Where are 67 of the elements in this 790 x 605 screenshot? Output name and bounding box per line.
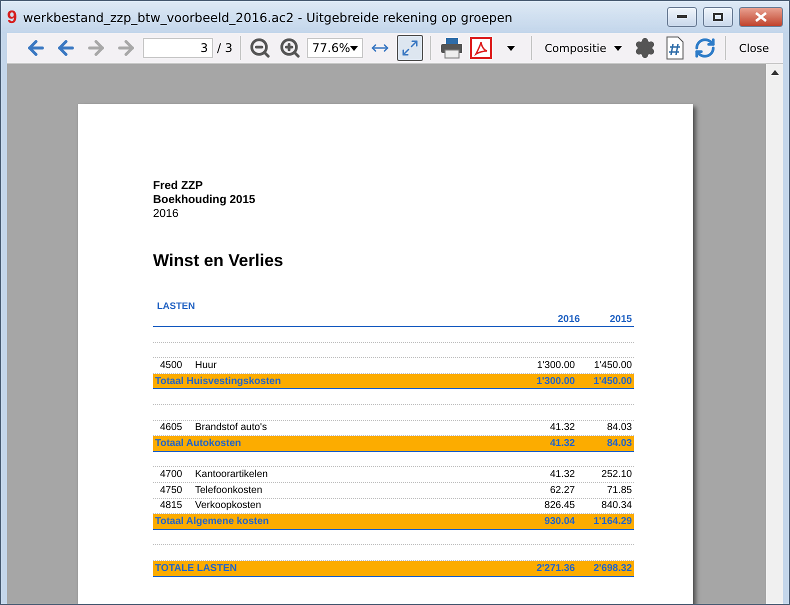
- amount: 252.10: [600, 469, 633, 480]
- total-label: TOTALE LASTEN: [154, 562, 238, 574]
- refresh-icon: [694, 36, 716, 60]
- scroll-up-icon: [770, 70, 778, 75]
- amount: 41.32: [548, 469, 576, 480]
- section-heading: LASTEN: [156, 301, 196, 312]
- amount: 84.03: [606, 422, 633, 434]
- zoom-in-icon: [279, 36, 302, 60]
- layout-dropdown[interactable]: Compositie: [538, 36, 628, 60]
- account-code: 4750: [159, 484, 184, 496]
- page-count: / 3: [217, 41, 232, 55]
- total-amount: 1'164.29: [592, 516, 633, 527]
- total-amount: 2'698.32: [592, 562, 633, 574]
- column-header: 2015: [608, 314, 633, 325]
- account-code: 4700: [159, 469, 184, 480]
- account-name: Kantoorartikelen: [195, 469, 269, 480]
- total-amount: 2'271.36: [535, 562, 576, 574]
- total-amount: 84.03: [606, 438, 633, 449]
- total-amount: 41.32: [548, 438, 576, 449]
- close-report-button[interactable]: Close: [733, 36, 775, 60]
- report-subtitle: Boekhouding 2015: [153, 193, 256, 207]
- total-label: Totaal Autokosten: [154, 438, 242, 449]
- column-header: 2016: [556, 314, 581, 325]
- amount: 71.85: [606, 484, 633, 496]
- close-button[interactable]: [739, 7, 783, 27]
- amount: 1'300.00: [536, 360, 576, 371]
- amount: 826.45: [543, 500, 576, 512]
- maximize-icon: [713, 13, 723, 21]
- total-amount: 930.04: [543, 516, 576, 527]
- total-label: Totaal Algemene kosten: [154, 516, 270, 527]
- caret-icon: [506, 46, 515, 50]
- account-code: 4605: [159, 422, 184, 434]
- page-field[interactable]: 3: [143, 38, 213, 58]
- account-name: Telefoonkosten: [195, 484, 264, 496]
- account-name: Brandstof auto's: [195, 422, 268, 434]
- pdf-button[interactable]: [468, 35, 494, 61]
- report-year: 2016: [153, 207, 180, 221]
- account-name: Verkoopkosten: [195, 500, 262, 512]
- settings-icon: [634, 36, 656, 60]
- company-name: Fred ZZP: [153, 179, 204, 193]
- minimize-icon: [677, 15, 687, 19]
- caret-icon: [350, 46, 358, 50]
- total-label: Totaal Huisvestingskosten: [154, 376, 282, 387]
- minimize-button[interactable]: [667, 7, 697, 27]
- maximize-button[interactable]: [703, 7, 733, 27]
- total-amount: 1'300.00: [535, 376, 576, 387]
- close-icon: [755, 12, 767, 22]
- caret-icon: [614, 46, 622, 50]
- zoom-dropdown[interactable]: 77.6%: [307, 38, 364, 58]
- fit-button[interactable]: [397, 35, 424, 61]
- hash-document-icon: [665, 36, 686, 60]
- printer-icon: [440, 37, 462, 59]
- account-code: 4815: [159, 500, 184, 512]
- amount: 62.27: [548, 484, 576, 496]
- total-amount: 1'450.00: [592, 376, 633, 387]
- fit-page-icon: [401, 39, 420, 57]
- window-title: werkbestand_zzp_btw_voorbeeld_2016.ac2 - Uitgebreide rekening op groepen: [23, 10, 514, 24]
- account-name: Huur: [195, 360, 218, 371]
- pdf-icon: [470, 37, 492, 59]
- report-title: Winst en Verlies: [153, 251, 284, 271]
- zoom-out-icon: [249, 36, 272, 60]
- scrollbar[interactable]: [766, 64, 783, 604]
- amount: 41.32: [548, 422, 576, 434]
- amount: 840.34: [600, 500, 633, 512]
- amount: 1'450.00: [592, 360, 633, 371]
- app-logo: 9: [7, 6, 18, 28]
- account-code: 4500: [159, 360, 184, 371]
